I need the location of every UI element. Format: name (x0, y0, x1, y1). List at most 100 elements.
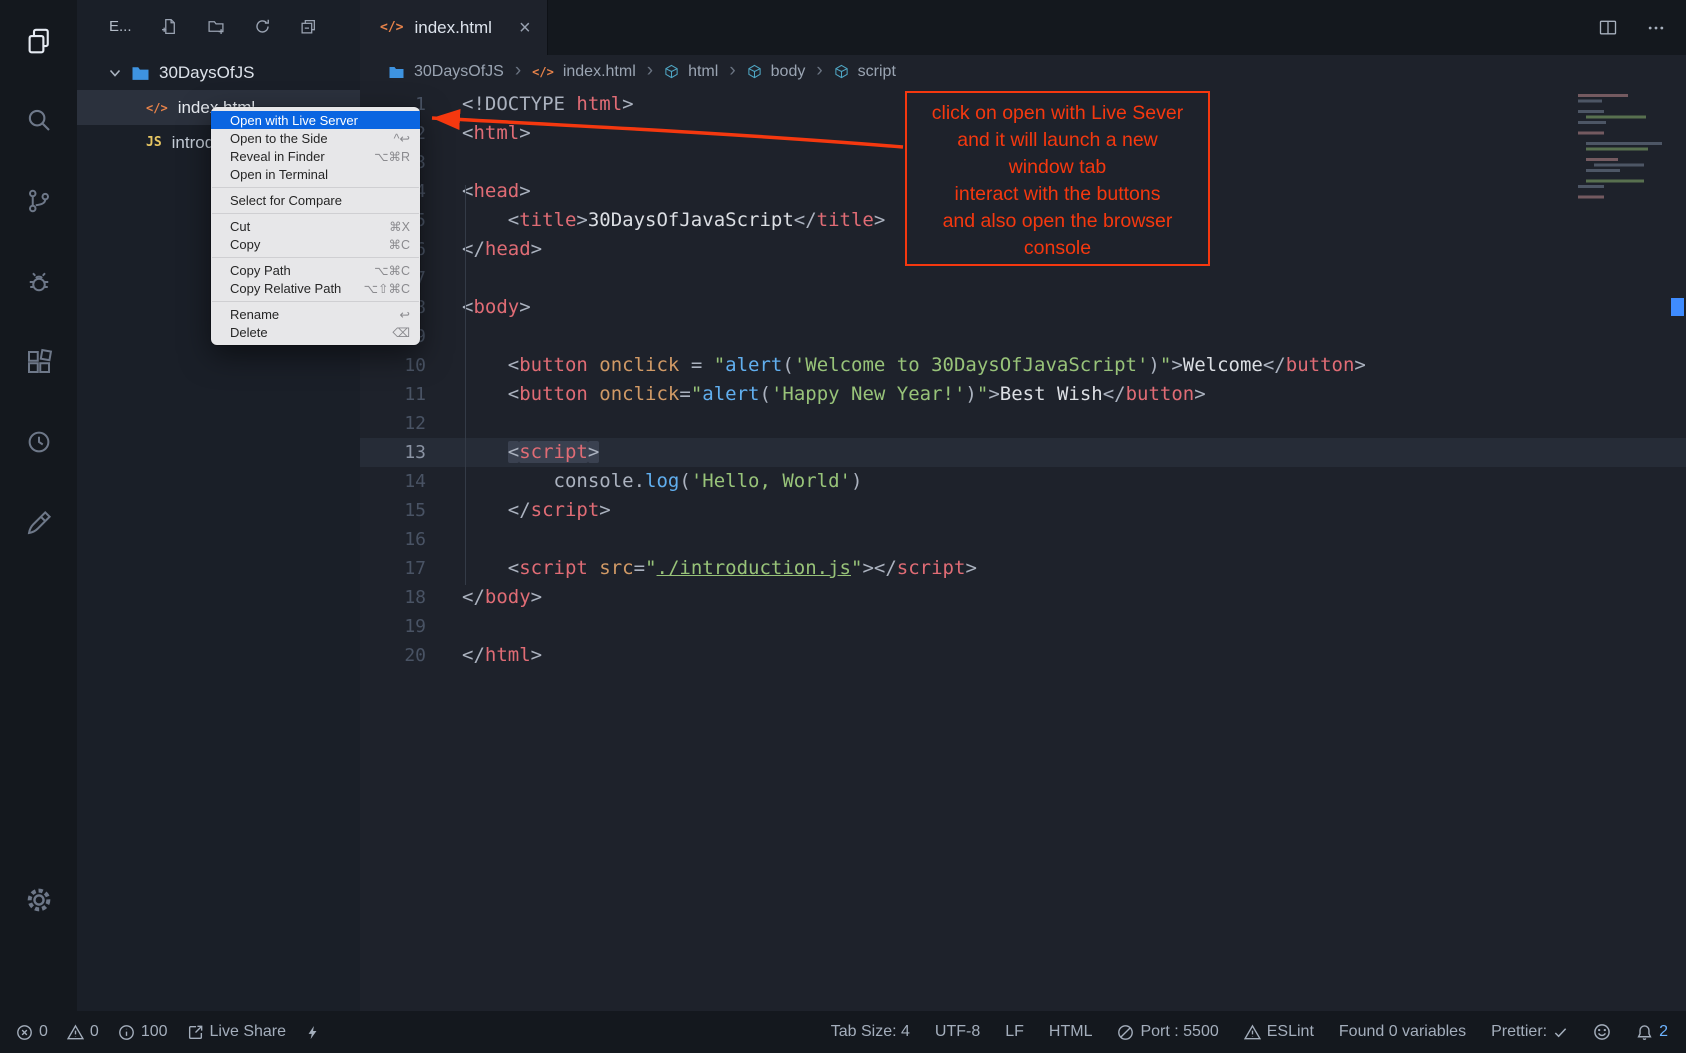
line-content: <script> (426, 438, 599, 467)
breadcrumb-item-html[interactable]: html (688, 63, 718, 81)
menu-separator (212, 301, 419, 302)
menu-item-copy[interactable]: Copy⌘C (211, 235, 420, 253)
explorer-title: E... (109, 18, 132, 35)
debug-icon[interactable] (22, 265, 56, 299)
context-menu: Open with Live ServerOpen to the Side^↩R… (211, 107, 420, 345)
language-indicator[interactable]: HTML (1049, 1023, 1093, 1041)
menu-item-open-to-the-side[interactable]: Open to the Side^↩ (211, 129, 420, 147)
split-editor-icon[interactable] (1598, 18, 1618, 38)
menu-item-copy-path[interactable]: Copy Path⌥⌘C (211, 261, 420, 279)
code-line-8[interactable]: 8<body> (360, 293, 1686, 322)
menu-item-label: Select for Compare (230, 193, 342, 208)
menu-item-label: Open to the Side (230, 131, 328, 146)
menu-item-cut[interactable]: Cut⌘X (211, 217, 420, 235)
symbol-cube-icon (664, 64, 679, 79)
folder-icon (131, 65, 150, 81)
lightning-button[interactable] (305, 1024, 320, 1041)
new-folder-icon[interactable] (207, 18, 225, 35)
chevron-right-icon: › (647, 60, 653, 82)
line-number: 15 (360, 496, 426, 525)
menu-item-reveal-in-finder[interactable]: Reveal in Finder⌥⌘R (211, 147, 420, 165)
line-number: 16 (360, 525, 426, 554)
share-icon (187, 1024, 204, 1041)
problems-warnings[interactable]: 0 (67, 1023, 99, 1041)
code-line-17[interactable]: 17 <script src="./introduction.js"></scr… (360, 554, 1686, 583)
menu-item-delete[interactable]: Delete⌫ (211, 323, 420, 341)
live-share-label: Live Share (210, 1023, 287, 1041)
new-file-icon[interactable] (161, 18, 178, 35)
pen-icon[interactable] (22, 506, 56, 540)
code-line-19[interactable]: 19 (360, 612, 1686, 641)
menu-item-label: Delete (230, 325, 268, 340)
search-icon[interactable] (22, 103, 56, 137)
menu-item-select-for-compare[interactable]: Select for Compare (211, 191, 420, 209)
live-server-port[interactable]: Port : 5500 (1117, 1023, 1218, 1041)
collapse-folders-icon[interactable] (300, 18, 317, 35)
tab-index-html[interactable]: </> index.html × (360, 0, 548, 55)
code-line-15[interactable]: 15 </script> (360, 496, 1686, 525)
breadcrumb-item-script[interactable]: script (858, 63, 896, 81)
code-line-20[interactable]: 20</html> (360, 641, 1686, 670)
symbol-cube-icon (747, 64, 762, 79)
menu-item-label: Open with Live Server (230, 113, 358, 128)
vscode-window: E... 30DaysOfJS (0, 0, 1686, 1053)
eslint-status[interactable]: ESLint (1244, 1023, 1314, 1041)
overview-ruler-selection-marker (1671, 298, 1684, 316)
menu-item-copy-relative-path[interactable]: Copy Relative Path⌥⇧⌘C (211, 279, 420, 297)
live-share-button[interactable]: Live Share (187, 1023, 287, 1041)
code-line-9[interactable]: 9 (360, 322, 1686, 351)
menu-item-shortcut: ⌥⌘C (374, 263, 410, 278)
breadcrumb-item-folder[interactable]: 30DaysOfJS (414, 63, 504, 81)
menu-item-open-with-live-server[interactable]: Open with Live Server (211, 111, 420, 129)
info-metric[interactable]: 100 (118, 1023, 168, 1041)
symbol-cube-icon (834, 64, 849, 79)
bell-icon (1636, 1024, 1653, 1041)
explorer-icon[interactable] (22, 24, 56, 58)
settings-gear-icon[interactable] (22, 883, 56, 917)
chevron-right-icon: › (515, 60, 521, 82)
code-line-10[interactable]: 10 <button onclick = "alert('Welcome to … (360, 351, 1686, 380)
root-folder-label: 30DaysOfJS (159, 63, 254, 83)
code-line-7[interactable]: 7 (360, 264, 1686, 293)
code-line-11[interactable]: 11 <button onclick="alert('Happy New Yea… (360, 380, 1686, 409)
encoding-indicator[interactable]: UTF-8 (935, 1023, 980, 1041)
extensions-icon[interactable] (22, 345, 56, 379)
line-content: </head> (426, 235, 542, 264)
menu-item-label: Open in Terminal (230, 167, 328, 182)
breadcrumb-item-body[interactable]: body (771, 63, 806, 81)
menu-separator (212, 257, 419, 258)
source-control-icon[interactable] (22, 184, 56, 218)
activity-bar (0, 0, 77, 1011)
prettier-status[interactable]: Prettier: (1491, 1023, 1568, 1041)
line-content: console.log('Hello, World') (426, 467, 862, 496)
menu-item-label: Copy Relative Path (230, 281, 341, 296)
problems-errors[interactable]: 0 (16, 1023, 48, 1041)
folder-icon (388, 65, 405, 79)
check-icon (1553, 1025, 1568, 1040)
more-actions-icon[interactable] (1646, 18, 1666, 38)
feedback-smiley[interactable] (1593, 1023, 1611, 1041)
code-line-16[interactable]: 16 (360, 525, 1686, 554)
minimap[interactable] (1574, 92, 1670, 204)
line-number: 18 (360, 583, 426, 612)
code-line-12[interactable]: 12 (360, 409, 1686, 438)
tab-label: index.html (414, 18, 491, 38)
refresh-icon[interactable] (254, 18, 271, 35)
code-line-14[interactable]: 14 console.log('Hello, World') (360, 467, 1686, 496)
clock-icon[interactable] (22, 425, 56, 459)
menu-item-rename[interactable]: Rename↩ (211, 305, 420, 323)
close-icon[interactable]: × (519, 18, 531, 38)
line-content (426, 409, 462, 438)
code-line-18[interactable]: 18</body> (360, 583, 1686, 612)
notifications-bell[interactable]: 2 (1636, 1023, 1668, 1041)
eol-indicator[interactable]: LF (1005, 1023, 1024, 1041)
info-icon (118, 1024, 135, 1041)
tree-root-folder[interactable]: 30DaysOfJS (77, 56, 360, 90)
variables-indicator[interactable]: Found 0 variables (1339, 1023, 1466, 1041)
code-line-13[interactable]: 13 <script> (360, 438, 1686, 467)
menu-item-label: Copy (230, 237, 260, 252)
menu-item-open-in-terminal[interactable]: Open in Terminal (211, 165, 420, 183)
tab-size-indicator[interactable]: Tab Size: 4 (831, 1023, 910, 1041)
line-content (426, 322, 462, 351)
breadcrumb-item-file[interactable]: index.html (563, 63, 636, 81)
